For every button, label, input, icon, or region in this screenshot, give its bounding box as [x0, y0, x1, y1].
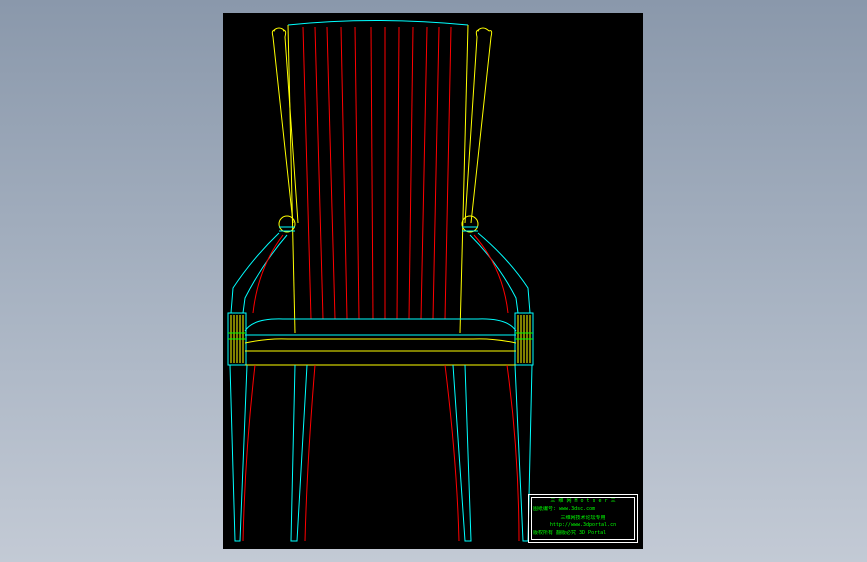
- right-apron-block: [514, 312, 534, 366]
- title-block-row-4: http://www.3dportal.cn: [549, 522, 617, 528]
- backrest-slat-line: [354, 26, 360, 320]
- title-block-row-3: 三维网技术论坛专用: [560, 515, 606, 521]
- backrest-slat-line: [408, 26, 414, 320]
- right-arm-scroll: [461, 215, 479, 233]
- backrest-slat-line: [302, 26, 312, 320]
- cad-viewport[interactable]: 三 维 网 H o t s e r 三 图纸编号: www.3dsc.com 三…: [0, 0, 867, 562]
- title-block-row-5: 版权所有 翻版必究 3D Portal: [533, 530, 607, 536]
- backrest-slat-line: [420, 26, 428, 320]
- chair-front-elevation-drawing: [227, 20, 534, 542]
- left-arm-red-inner: [252, 234, 284, 314]
- backrest-slat-line: [444, 26, 452, 320]
- title-block-drawing-no: 图纸编号:: [533, 506, 557, 512]
- seat-cushion-lower: [244, 338, 517, 344]
- title-block-row-1: 三 维 网 H o t s e r 三: [550, 498, 616, 504]
- left-rear-leg: [290, 364, 316, 542]
- backrest-slat-line: [432, 26, 440, 320]
- left-apron-block: [227, 312, 247, 366]
- backrest-slat-line: [314, 26, 324, 320]
- backrest-slat-line: [340, 26, 348, 320]
- right-rear-leg: [444, 364, 472, 542]
- left-front-leg: [229, 364, 256, 542]
- backrest-left-edge: [287, 24, 296, 334]
- title-block-row-2: 图纸编号: www.3dsc.com: [533, 506, 633, 512]
- seat-cushion-top: [244, 318, 517, 332]
- drawing-sheet: 三 维 网 H o t s e r 三 图纸编号: www.3dsc.com 三…: [223, 13, 643, 549]
- backrest-slat-line: [396, 26, 400, 320]
- backrest-right-edge: [459, 24, 469, 334]
- right-back-post-outer: [470, 30, 493, 224]
- backrest-slat-line: [326, 26, 336, 320]
- backrest-slats: [302, 26, 452, 320]
- backrest-top-arch: [287, 20, 469, 26]
- right-arm-red-inner: [473, 234, 509, 314]
- backrest-slat-line: [370, 26, 374, 320]
- title-block: 三 维 网 H o t s e r 三 图纸编号: www.3dsc.com 三…: [528, 494, 638, 543]
- right-arm-outer: [477, 232, 531, 314]
- title-block-website: www.3dsc.com: [559, 506, 596, 512]
